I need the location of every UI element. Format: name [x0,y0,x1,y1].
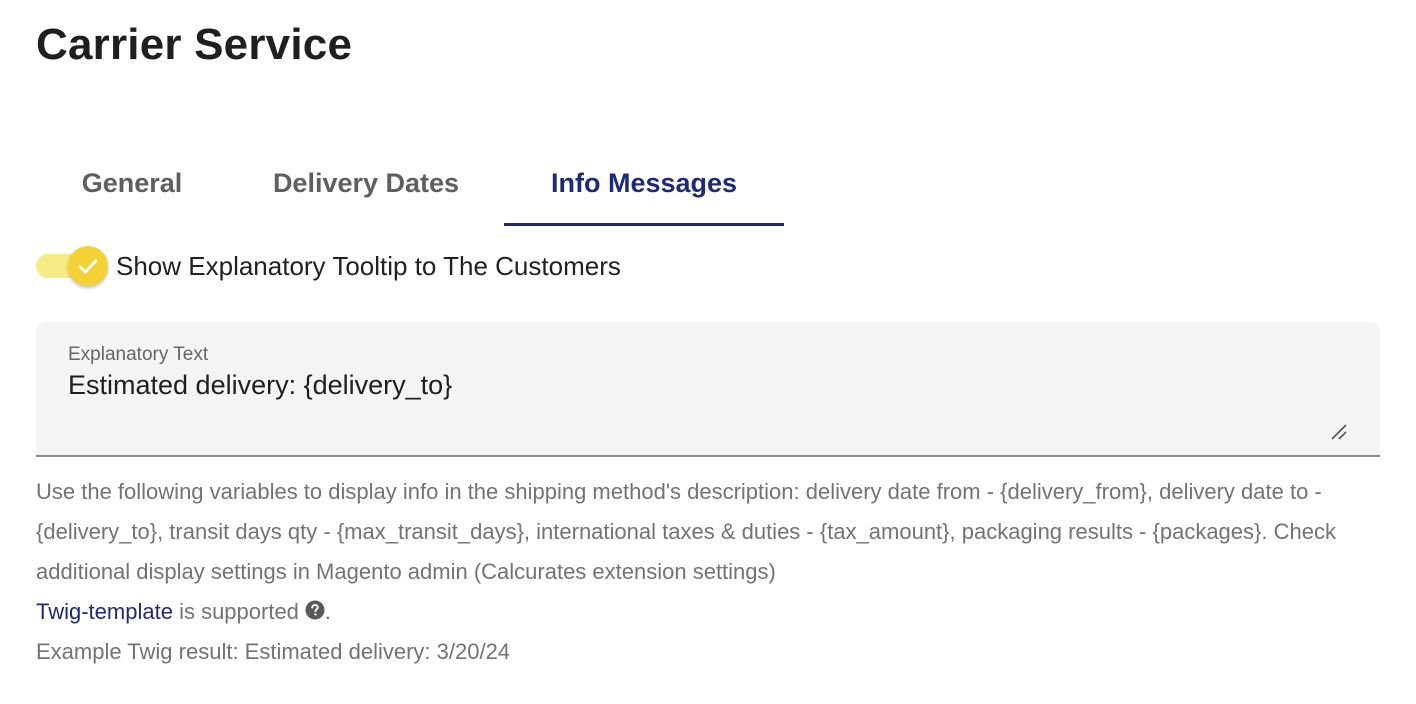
example-twig-result: Example Twig result: Estimated delivery:… [36,639,511,664]
toggle-thumb [68,246,108,286]
tab-bar: General Delivery Dates Info Messages [36,140,784,226]
tooltip-toggle-label: Show Explanatory Tooltip to The Customer… [116,250,621,281]
twig-support-period: . [324,599,332,624]
resize-handle-icon[interactable] [1330,423,1348,441]
twig-support-line: Twig-template is supported. [36,592,1366,632]
helper-text: Use the following variables to display i… [36,472,1366,672]
question-circle-icon[interactable] [305,600,325,620]
check-icon [78,259,98,274]
explanatory-text-value[interactable]: Estimated delivery: {delivery_to} [68,370,452,401]
carrier-service-page: Carrier Service General Delivery Dates I… [0,0,1416,704]
tab-delivery-dates[interactable]: Delivery Dates [228,140,504,226]
tooltip-toggle-row: Show Explanatory Tooltip to The Customer… [36,244,621,288]
explanatory-text-field[interactable]: Explanatory Text Estimated delivery: {de… [36,322,1380,457]
tooltip-toggle-switch[interactable] [36,244,108,288]
twig-template-link[interactable]: Twig-template [36,599,173,624]
twig-support-text: is supported [172,599,299,624]
page-title: Carrier Service [36,20,353,69]
tab-general[interactable]: General [36,140,228,226]
explanatory-text-label: Explanatory Text [68,344,209,365]
variables-description: Use the following variables to display i… [36,479,1336,584]
tab-info-messages[interactable]: Info Messages [504,140,784,226]
